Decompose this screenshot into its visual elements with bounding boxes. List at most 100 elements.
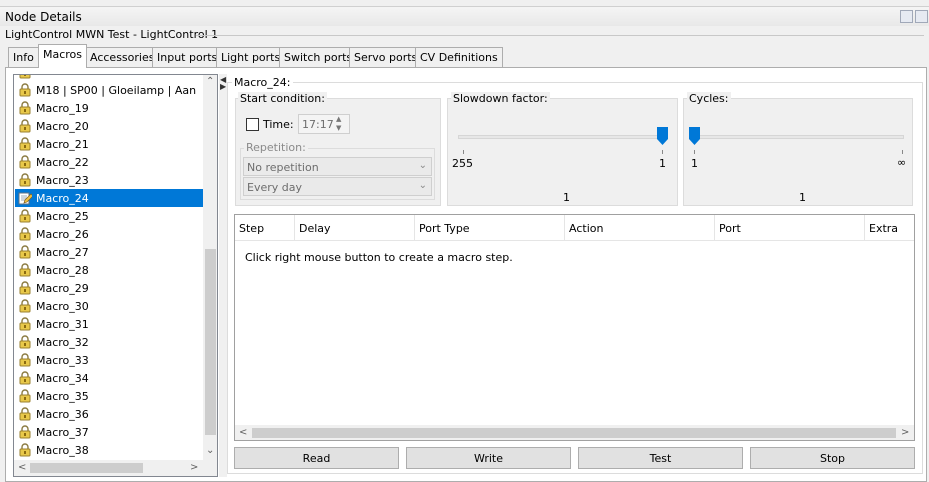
lock-icon bbox=[18, 137, 32, 151]
list-item-label: Macro_31 bbox=[36, 318, 89, 331]
grid-scroll-thumb[interactable] bbox=[252, 428, 896, 438]
scroll-down-icon[interactable]: ⌄ bbox=[206, 446, 214, 456]
list-item[interactable]: Macro_28 bbox=[15, 261, 204, 279]
list-item[interactable]: Macro_24 bbox=[15, 189, 204, 207]
list-item[interactable]: Macro_35 bbox=[15, 387, 204, 405]
list-item-label: Macro_36 bbox=[36, 408, 89, 421]
list-horizontal-scrollbar[interactable]: < > bbox=[14, 460, 203, 476]
list-item-label: Macro_24 bbox=[36, 192, 89, 205]
list-item-label: Macro_32 bbox=[36, 336, 89, 349]
list-item[interactable]: Macro_30 bbox=[15, 297, 204, 315]
slowdown-title: Slowdown factor: bbox=[451, 92, 550, 105]
grid-empty-hint: Click right mouse button to create a mac… bbox=[245, 251, 513, 264]
cycles-slider-thumb[interactable] bbox=[689, 127, 700, 145]
list-item[interactable]: Macro_34 bbox=[15, 369, 204, 387]
grid-horizontal-scrollbar[interactable]: < > bbox=[235, 425, 914, 440]
macro-list[interactable]: M18 | SP00 | Gloeilamp | Aan Macro_19 Macr… bbox=[13, 74, 218, 477]
cycles-track[interactable] bbox=[692, 135, 904, 139]
slowdown-min-label: 255 bbox=[452, 157, 473, 170]
read-button[interactable]: Read bbox=[234, 447, 399, 469]
repetition-select[interactable]: No repetition ⌄ bbox=[243, 157, 432, 176]
list-scroll-thumb[interactable] bbox=[205, 249, 216, 435]
time-stepper[interactable]: 17:17 ▲ ▼ bbox=[298, 114, 350, 134]
dock-icon[interactable] bbox=[900, 10, 913, 23]
stop-button[interactable]: Stop bbox=[750, 447, 915, 469]
list-item[interactable]: Macro_26 bbox=[15, 225, 204, 243]
slowdown-track[interactable] bbox=[458, 135, 668, 139]
list-item[interactable]: Macro_19 bbox=[15, 99, 204, 117]
slowdown-slider-thumb[interactable] bbox=[657, 127, 668, 145]
column-header-delay[interactable]: Delay bbox=[295, 215, 415, 240]
list-item-label: Macro_38 bbox=[36, 444, 89, 457]
pin-icon[interactable] bbox=[915, 10, 928, 23]
column-header-extra[interactable]: Extra bbox=[865, 215, 914, 240]
list-item[interactable]: Macro_20 bbox=[15, 117, 204, 135]
time-value: 17:17 bbox=[302, 118, 334, 131]
splitter-arrow-icon[interactable]: ◀ ▶ bbox=[220, 76, 226, 91]
list-item-label: Macro_20 bbox=[36, 120, 89, 133]
lock-icon bbox=[18, 83, 32, 97]
lock-icon bbox=[18, 101, 32, 115]
list-item[interactable]: Macro_31 bbox=[15, 315, 204, 333]
list-item[interactable]: Macro_29 bbox=[15, 279, 204, 297]
tab-switch-ports[interactable]: Switch ports bbox=[279, 47, 358, 67]
column-header-port[interactable]: Port bbox=[715, 215, 865, 240]
panel-title: Node Details bbox=[5, 10, 82, 24]
lock-icon bbox=[18, 245, 32, 259]
list-item[interactable]: Macro_25 bbox=[15, 207, 204, 225]
tab-info[interactable]: Info bbox=[8, 47, 39, 67]
list-item[interactable]: Macro_23 bbox=[15, 171, 204, 189]
column-header-step[interactable]: Step bbox=[235, 215, 295, 240]
cycles-max-label: ∞ bbox=[897, 156, 907, 169]
tab-accessories[interactable]: Accessories bbox=[85, 47, 160, 67]
list-hscroll-thumb[interactable] bbox=[30, 463, 143, 473]
list-vertical-scrollbar[interactable]: ⌃ ⌄ bbox=[203, 75, 217, 460]
list-item[interactable]: Macro_36 bbox=[15, 405, 204, 423]
scroll-right-icon[interactable]: > bbox=[190, 463, 198, 473]
write-button[interactable]: Write bbox=[406, 447, 571, 469]
list-item-label: Macro_23 bbox=[36, 174, 89, 187]
scroll-corner bbox=[203, 460, 217, 476]
lock-icon bbox=[18, 155, 32, 169]
list-item-partial[interactable] bbox=[15, 75, 204, 81]
tab-cv-definitions[interactable]: CV Definitions bbox=[415, 47, 503, 67]
test-button[interactable]: Test bbox=[578, 447, 743, 469]
tab-macros[interactable]: Macros bbox=[38, 44, 88, 68]
scroll-left-icon[interactable]: < bbox=[18, 463, 26, 473]
lock-icon bbox=[18, 425, 32, 439]
scroll-up-icon[interactable]: ⌃ bbox=[206, 77, 214, 87]
column-header-port-type[interactable]: Port Type bbox=[415, 215, 565, 240]
list-item[interactable]: Macro_37 bbox=[15, 423, 204, 441]
day-select[interactable]: Every day ⌄ bbox=[243, 177, 432, 196]
macro-steps-grid[interactable]: Step Delay Port Type Action Port Extra C… bbox=[234, 214, 915, 441]
list-item[interactable]: Macro_38 bbox=[15, 441, 204, 459]
cycles-group bbox=[683, 98, 913, 206]
slowdown-tick-min bbox=[463, 150, 464, 154]
list-item[interactable]: Macro_27 bbox=[15, 243, 204, 261]
edit-macro-icon bbox=[18, 191, 34, 205]
tab-light-ports[interactable]: Light ports bbox=[216, 47, 286, 67]
scroll-right-icon[interactable]: > bbox=[901, 428, 909, 438]
list-item[interactable]: Macro_21 bbox=[15, 135, 204, 153]
list-item[interactable]: Macro_32 bbox=[15, 333, 204, 351]
repetition-title: Repetition: bbox=[244, 141, 308, 154]
list-item[interactable]: Macro_22 bbox=[15, 153, 204, 171]
tab-servo-ports[interactable]: Servo ports bbox=[349, 47, 423, 67]
list-item[interactable]: M18 | SP00 | Gloeilamp | Aan bbox=[15, 81, 204, 99]
time-label: Time: bbox=[263, 118, 294, 131]
list-item-label: Macro_19 bbox=[36, 102, 89, 115]
panel-splitter[interactable] bbox=[219, 74, 227, 477]
list-item-label: Macro_37 bbox=[36, 426, 89, 439]
lock-icon bbox=[18, 281, 32, 295]
time-checkbox[interactable] bbox=[246, 118, 259, 131]
list-item-label: Macro_34 bbox=[36, 372, 89, 385]
cycles-min-label: 1 bbox=[691, 157, 698, 170]
lock-icon bbox=[18, 353, 32, 367]
scroll-left-icon[interactable]: < bbox=[239, 428, 247, 438]
column-header-action[interactable]: Action bbox=[565, 215, 715, 240]
slowdown-group bbox=[447, 98, 678, 206]
spin-arrows-icon[interactable]: ▲ ▼ bbox=[336, 115, 341, 133]
list-item-label: Macro_28 bbox=[36, 264, 89, 277]
list-item[interactable]: Macro_33 bbox=[15, 351, 204, 369]
tab-input-ports[interactable]: Input ports bbox=[152, 47, 223, 67]
